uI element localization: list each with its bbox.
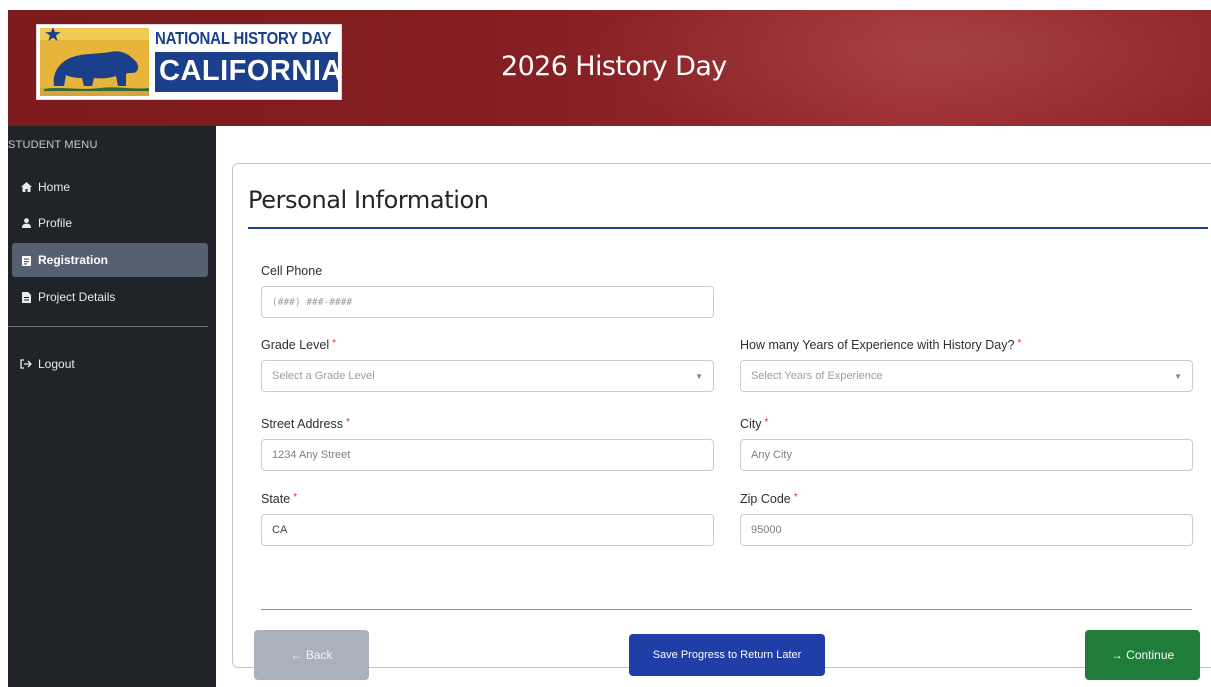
cell-phone-label: Cell Phone [261,264,322,278]
grade-level-select[interactable]: Select a Grade Level ▼ [261,360,714,392]
sidebar-item-label: Registration [38,253,109,267]
state-input[interactable]: CA [261,514,714,546]
sidebar-item-label: Project Details [38,290,116,304]
app-title: 2026 History Day [501,51,727,82]
app-window: ★ NATIONAL HISTORY DAY CALIFORNIA 2026 H… [8,10,1211,687]
caret-down-icon: ▼ [695,371,703,381]
nhd-california-logo[interactable]: ★ NATIONAL HISTORY DAY CALIFORNIA [36,24,342,100]
required-marker: * [346,417,350,428]
cell-phone-input[interactable]: (###) ###-#### [261,286,714,318]
sidebar-item-label: Logout [38,357,75,371]
city-placeholder: Any City [751,449,792,461]
required-marker: * [293,492,298,503]
street-address-placeholder: 1234 Any Street [272,449,351,461]
required-marker: * [793,492,798,503]
personal-information-card: Personal Information Cell Phone (###) ##… [232,163,1211,680]
sidebar-item-profile[interactable]: Profile [12,206,208,240]
page-title: Personal Information [248,186,489,214]
document-icon [19,291,33,303]
sidebar-item-project-details[interactable]: Project Details [12,280,208,314]
logo-line-national-history-day: NATIONAL HISTORY DAY [155,29,332,49]
logo-line-california: CALIFORNIA [155,52,342,92]
logo-wordmark: NATIONAL HISTORY DAY CALIFORNIA [155,29,342,95]
student-sidebar: STUDENT MENU Home Profile Registration P… [8,126,216,687]
required-marker: * [764,417,769,428]
grade-level-label: Grade Level * [261,338,336,352]
state-label-text: State [261,492,291,506]
required-marker: * [332,338,337,349]
years-experience-label: How many Years of Experience with Histor… [740,338,1021,352]
zip-code-label: Zip Code * [740,492,798,506]
title-divider [248,227,1208,229]
years-experience-label-text: How many Years of Experience with Histor… [740,338,1015,352]
city-label: City * [740,417,768,431]
sidebar-item-home[interactable]: Home [12,170,208,204]
sidebar-item-label: Profile [38,216,73,230]
user-icon [19,218,33,228]
continue-button[interactable]: → Continue [1085,630,1200,680]
street-address-input[interactable]: 1234 Any Street [261,439,714,471]
back-button[interactable]: ← Back [254,630,369,680]
app-header: ★ NATIONAL HISTORY DAY CALIFORNIA 2026 H… [8,10,1211,126]
zip-code-input[interactable]: 95000 [740,514,1193,546]
cell-phone-label-text: Cell Phone [261,264,323,278]
sidebar-item-registration[interactable]: Registration [12,243,208,277]
main-content: Personal Information Cell Phone (###) ##… [216,126,1211,687]
cell-phone-placeholder: (###) ###-#### [272,296,353,308]
required-marker: * [1017,338,1022,349]
bear-icon [40,51,149,96]
sidebar-heading: STUDENT MENU [8,139,98,151]
sidebar-divider [8,326,208,327]
street-address-label-text: Street Address [261,417,343,431]
city-label-text: City [740,417,762,431]
california-bear-logo-art: ★ [40,28,149,96]
city-input[interactable]: Any City [740,439,1193,471]
form-footer-divider [261,609,1192,610]
years-experience-select[interactable]: Select Years of Experience ▼ [740,360,1193,392]
state-label: State * [261,492,297,506]
clipboard-icon [19,255,33,266]
zip-code-label-text: Zip Code [740,492,791,506]
street-address-label: Street Address * [261,417,350,431]
grade-level-placeholder: Select a Grade Level [272,370,375,382]
years-experience-placeholder: Select Years of Experience [751,370,883,382]
logout-icon [19,359,33,369]
caret-down-icon: ▼ [1174,371,1182,381]
sidebar-item-label: Home [38,180,71,194]
sidebar-item-logout[interactable]: Logout [12,347,208,381]
state-value: CA [272,524,288,536]
zip-code-placeholder: 95000 [751,524,782,536]
home-icon [19,182,33,192]
grade-level-label-text: Grade Level [261,338,330,352]
save-progress-button[interactable]: Save Progress to Return Later [629,634,825,676]
